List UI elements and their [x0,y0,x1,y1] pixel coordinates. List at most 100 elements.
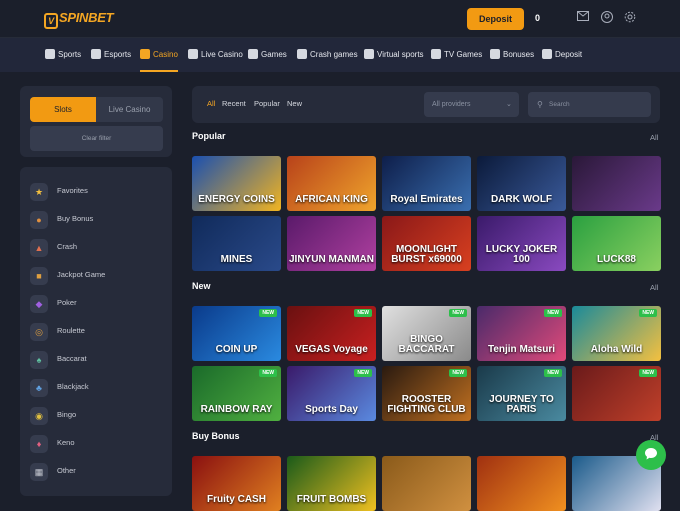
game-tile[interactable]: FRUIT BOMBS [287,456,376,511]
game-title: JOURNEY TO PARIS [489,394,554,415]
game-title: ROOSTER FIGHTING CLUB [387,394,466,415]
rocket-icon: ▲ [30,239,48,257]
game-title: AFRICAN KING [295,194,368,205]
search-input[interactable]: ⚲ Search [528,92,651,117]
nav-item-tv-games[interactable]: TV Games [431,38,482,72]
new-badge: NEW [544,369,562,377]
chat-icon [645,448,657,460]
star-icon: ★ [30,183,48,201]
game-tile[interactable] [382,456,471,511]
filter-bar: All Recent Popular New All providers ⌄ ⚲… [192,86,660,123]
category-baccarat[interactable]: ♠ Baccarat [30,348,163,372]
tab-slots[interactable]: Slots [30,97,96,122]
game-title: Sports Day [305,404,358,415]
clear-filter-button[interactable]: Clear filter [30,126,163,151]
nav-item-live-casino[interactable]: Live Casino [188,38,243,72]
game-tile[interactable]: AFRICAN KING [287,156,376,211]
game-tile[interactable]: Sports Day NEW [287,366,376,421]
game-tile[interactable]: LUCKY JOKER 100 [477,216,566,271]
category-crash[interactable]: ▲ Crash [30,236,163,260]
nav-item-label: TV Games [444,50,483,59]
tab-live-casino[interactable]: Live Casino [96,97,163,122]
game-tile[interactable] [572,156,661,211]
game-tile[interactable] [477,456,566,511]
logo[interactable]: V SPINBET [44,10,114,29]
nav-item-bonuses[interactable]: Bonuses [490,38,534,72]
category-poker[interactable]: ◆ Poker [30,292,163,316]
category-roulette[interactable]: ◎ Roulette [30,320,163,344]
game-title: FRUIT BOMBS [296,494,367,505]
filter-tab-all[interactable]: All [207,99,215,108]
game-tile[interactable]: Tenjin Matsuri NEW [477,306,566,361]
nav-item-label: Deposit [555,50,583,59]
section-title: Buy Bonus [192,431,240,441]
category-jackpot-game[interactable]: ■ Jackpot Game [30,264,163,288]
chest-icon: ■ [30,267,48,285]
deposit-button[interactable]: Deposit [467,8,524,30]
section-all-link[interactable]: All [650,133,658,142]
casino-icon [140,49,150,59]
new-badge: NEW [354,369,372,377]
bingo-ball-icon: ◉ [30,407,48,425]
nav-item-label: Live Casino [201,50,243,59]
game-tile[interactable]: DARK WOLF [477,156,566,211]
game-title: JINYUN MANMAN [289,254,374,265]
nav-item-sports[interactable]: Sports [45,38,81,72]
game-title: ENERGY COINS [198,194,275,205]
mail-icon[interactable] [576,11,590,25]
poker-chip-icon: ◆ [30,295,48,313]
dice-icon [248,49,258,59]
card-icon: ♣ [30,379,48,397]
category-buy-bonus[interactable]: ● Buy Bonus [30,208,163,232]
category-label: Roulette [57,326,85,335]
game-title: VEGAS Voyage [295,344,368,355]
nav-item-label: Virtual sports [377,50,424,59]
game-tile[interactable]: JOURNEY TO PARIS NEW [477,366,566,421]
new-badge: NEW [449,309,467,317]
game-title: Aloha Wild [590,344,643,355]
providers-select[interactable]: All providers ⌄ [424,92,519,117]
category-favorites[interactable]: ★ Favorites [30,180,163,204]
game-tile[interactable]: MOONLIGHT BURST x69000 [382,216,471,271]
gamepad-icon [91,49,101,59]
game-tile[interactable]: ROOSTER FIGHTING CLUB NEW [382,366,471,421]
gear-icon[interactable] [623,11,637,25]
category-label: Keno [57,438,75,447]
game-title: BINGO BACCARAT [398,334,455,355]
top-bar: V SPINBET Deposit 0 [0,0,680,38]
game-tile[interactable]: BINGO BACCARAT NEW [382,306,471,361]
game-tile[interactable]: Aloha Wild NEW [572,306,661,361]
nav-item-games[interactable]: Games [248,38,287,72]
category-blackjack[interactable]: ♣ Blackjack [30,376,163,400]
nav-item-crash-games[interactable]: Crash games [297,38,358,72]
search-icon: ⚲ [537,100,543,109]
chat-button[interactable] [636,440,666,470]
category-keno[interactable]: ♦ Keno [30,432,163,456]
nav-item-label: Crash games [310,50,358,59]
game-tile[interactable]: Royal Emirates [382,156,471,211]
game-title: Fruity CASH [207,494,266,505]
nav-item-label: Casino [153,50,178,59]
nav-item-esports[interactable]: Esports [91,38,131,72]
filter-tab-new[interactable]: New [287,99,302,108]
game-tile[interactable]: MINES [192,216,281,271]
section-all-link[interactable]: All [650,283,658,292]
game-tile[interactable]: NEW [572,366,661,421]
game-tile[interactable]: Fruity CASH [192,456,281,511]
filter-tab-popular[interactable]: Popular [254,99,280,108]
nav-item-virtual-sports[interactable]: Virtual sports [364,38,424,72]
category-other[interactable]: ▦ Other [30,460,163,484]
grid-icon: ▦ [30,463,48,481]
game-tile[interactable]: JINYUN MANMAN [287,216,376,271]
nav-item-deposit[interactable]: Deposit [542,38,582,72]
game-tile[interactable]: COIN UP NEW [192,306,281,361]
game-tile[interactable]: ENERGY COINS [192,156,281,211]
game-tile[interactable]: LUCK88 [572,216,661,271]
nav-item-casino[interactable]: Casino [140,38,178,72]
game-tile[interactable]: VEGAS Voyage NEW [287,306,376,361]
category-label: Other [57,466,76,475]
user-icon[interactable] [600,11,614,25]
game-tile[interactable]: RAINBOW RAY NEW [192,366,281,421]
category-bingo[interactable]: ◉ Bingo [30,404,163,428]
filter-tab-recent[interactable]: Recent [222,99,246,108]
